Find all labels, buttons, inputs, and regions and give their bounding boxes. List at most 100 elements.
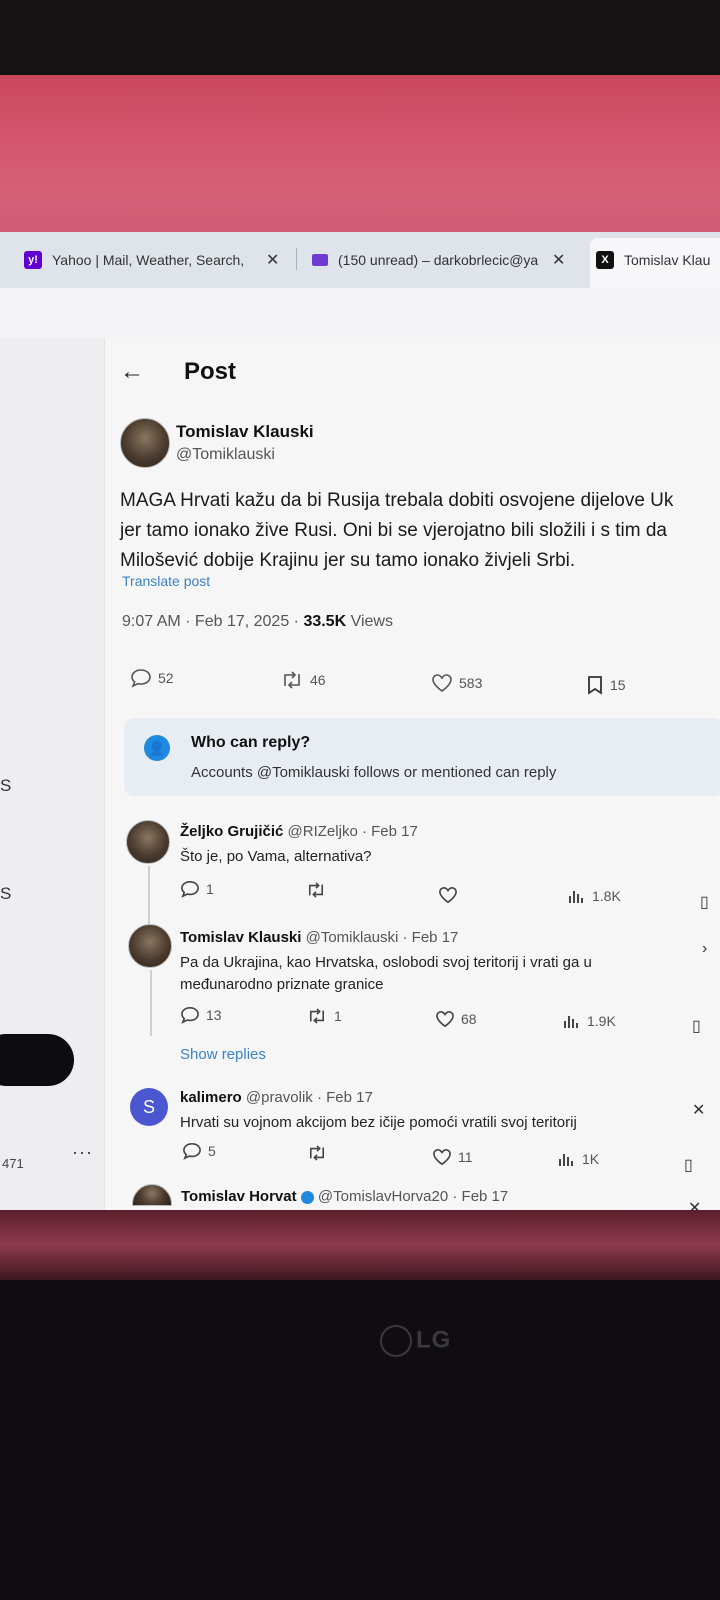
rail-nav-item[interactable]: S xyxy=(0,884,11,904)
left-navigation-rail xyxy=(0,338,104,1222)
views-button[interactable]: 1.8K xyxy=(568,888,621,904)
back-arrow-icon[interactable]: ← xyxy=(120,358,144,386)
views-count: 1K xyxy=(582,1151,600,1167)
page-title: Post xyxy=(184,358,237,385)
bookmark-icon[interactable]: ▯ xyxy=(684,1155,693,1175)
bookmark-button[interactable]: 15 xyxy=(586,675,626,695)
repost-icon xyxy=(284,671,300,689)
who-can-reply-box xyxy=(124,718,720,796)
reply-meta: @pravolik · Feb 17 xyxy=(241,1089,373,1106)
x-logo-icon: X xyxy=(596,251,614,269)
reply-header: Željko Grujičić @RIZeljko · Feb 17 xyxy=(180,823,418,840)
reply-avatar[interactable] xyxy=(126,820,170,864)
browser-toolbar xyxy=(0,288,720,339)
reply-author-name[interactable]: Tomislav Horvat xyxy=(181,1188,297,1205)
reply-text-line: Pa da Ukrajina, kao Hrvatska, oslobodi s… xyxy=(180,954,592,971)
heart-icon xyxy=(432,674,452,692)
translate-post-link[interactable]: Translate post xyxy=(122,573,210,589)
reply-text: Hrvati su vojnom akcijom bez ičije pomoć… xyxy=(180,1114,577,1131)
tab-yahoo[interactable]: y! Yahoo | Mail, Weather, Search, P ✕ xyxy=(24,242,279,278)
reply-icon xyxy=(183,1142,201,1160)
thread-line xyxy=(148,866,150,924)
bookmark-icon[interactable]: ▯ xyxy=(700,892,709,912)
post-text-line: Milošević dobije Krajinu jer su tamo ion… xyxy=(120,550,576,571)
mail-icon xyxy=(312,254,328,266)
post-time: 9:07 AM · Feb 17, 2025 · xyxy=(122,613,304,630)
tab-yahoo-label: Yahoo | Mail, Weather, Search, P xyxy=(52,252,247,268)
heart-icon xyxy=(439,886,457,904)
reply-author-name[interactable]: Željko Grujičić xyxy=(180,823,283,840)
post-timestamp: 9:07 AM · Feb 17, 2025 · 33.5K Views xyxy=(122,613,393,631)
like-count: 11 xyxy=(458,1149,473,1165)
repost-icon xyxy=(309,1145,325,1161)
bookmark-icon[interactable]: ▯ xyxy=(692,1016,701,1036)
analytics-icon xyxy=(569,891,583,903)
verified-badge-icon xyxy=(300,1190,314,1204)
like-count: 68 xyxy=(461,1011,477,1027)
tab-x[interactable]: X Tomislav Klau xyxy=(596,242,710,278)
share-icon[interactable]: ✕ xyxy=(692,1100,705,1120)
reply-meta: @TomislavHorva20 · Feb 17 xyxy=(313,1188,509,1205)
views-count: 1.8K xyxy=(592,888,621,904)
share-icon[interactable]: › xyxy=(702,940,707,958)
tab-bar: y! Yahoo | Mail, Weather, Search, P ✕ (1… xyxy=(0,232,720,289)
show-replies-link[interactable]: Show replies xyxy=(180,1046,266,1063)
like-count: 583 xyxy=(459,675,483,691)
views-button[interactable]: 1.9K xyxy=(563,1013,616,1029)
tab-mail[interactable]: (150 unread) – darkobrlecic@ya ✕ xyxy=(312,242,565,278)
reply-button[interactable]: 1 xyxy=(180,880,214,898)
monitor-bottom-edge xyxy=(0,1210,720,1280)
heart-icon xyxy=(433,1148,451,1166)
like-button[interactable]: 11 xyxy=(432,1148,473,1166)
reply-meta: @RIZeljko · Feb 17 xyxy=(283,823,418,840)
reply-avatar[interactable] xyxy=(128,924,172,968)
person-at-icon: 👤 xyxy=(144,735,170,761)
like-button[interactable] xyxy=(438,886,464,904)
reply-button[interactable]: 5 xyxy=(182,1142,216,1160)
post-text-line: jer tamo ionako žive Rusi. Oni bi se vje… xyxy=(120,520,667,541)
like-button[interactable]: 583 xyxy=(431,673,482,693)
reply-button[interactable]: 13 xyxy=(180,1006,222,1024)
reply-icon xyxy=(181,880,199,898)
lg-circle-icon xyxy=(380,1325,412,1357)
author-handle[interactable]: @Tomiklauski xyxy=(176,446,275,464)
repost-button[interactable]: 46 xyxy=(280,671,326,689)
tab-mail-close-icon[interactable]: ✕ xyxy=(552,250,565,270)
who-can-reply-subtitle: Accounts @Tomiklauski follows or mention… xyxy=(191,764,557,781)
repost-button[interactable] xyxy=(305,882,333,898)
post-text: MAGA Hrvati kažu da bi Rusija trebala do… xyxy=(120,486,720,576)
reply-header: kalimero @pravolik · Feb 17 xyxy=(180,1089,373,1106)
reply-text: Što je, po Vama, alternativa? xyxy=(180,848,372,865)
reply-header: Tomislav Horvat @TomislavHorva20 · Feb 1… xyxy=(181,1188,508,1205)
like-button[interactable]: 68 xyxy=(435,1010,477,1028)
post-text-line: MAGA Hrvati kažu da bi Rusija trebala do… xyxy=(120,490,674,511)
reply-avatar[interactable]: S xyxy=(130,1088,168,1126)
bookmark-icon xyxy=(588,676,602,695)
monitor-brand: LG xyxy=(416,1326,452,1354)
tab-yahoo-close-icon[interactable]: ✕ xyxy=(266,250,279,270)
reply-meta: @Tomiklauski · Feb 17 xyxy=(301,929,459,946)
reply-author-name[interactable]: kalimero xyxy=(180,1089,242,1106)
post-button[interactable] xyxy=(0,1034,74,1086)
heart-icon xyxy=(436,1010,454,1028)
background-wall xyxy=(0,75,720,235)
rail-nav-item[interactable]: S xyxy=(0,776,11,796)
reply-button[interactable]: 52 xyxy=(130,668,174,688)
reply-count: 1 xyxy=(206,881,214,897)
author-name[interactable]: Tomislav Klauski xyxy=(176,422,314,442)
repost-button[interactable]: 1 xyxy=(306,1008,342,1024)
author-avatar[interactable] xyxy=(120,418,170,468)
views-label: Views xyxy=(346,613,393,630)
repost-button[interactable] xyxy=(306,1145,334,1161)
more-options-icon[interactable]: ··· xyxy=(72,1142,93,1163)
yahoo-icon: y! xyxy=(24,251,42,269)
tab-divider xyxy=(296,248,297,270)
repost-icon xyxy=(308,882,324,898)
rail-count: 471 xyxy=(2,1156,24,1171)
monitor-brand-logo: LG xyxy=(380,1325,451,1357)
analytics-icon xyxy=(564,1016,578,1028)
repost-count: 1 xyxy=(334,1008,342,1024)
views-button[interactable]: 1K xyxy=(558,1151,599,1167)
reply-text: Pa da Ukrajina, kao Hrvatska, oslobodi s… xyxy=(180,952,592,996)
reply-author-name[interactable]: Tomislav Klauski xyxy=(180,929,301,946)
